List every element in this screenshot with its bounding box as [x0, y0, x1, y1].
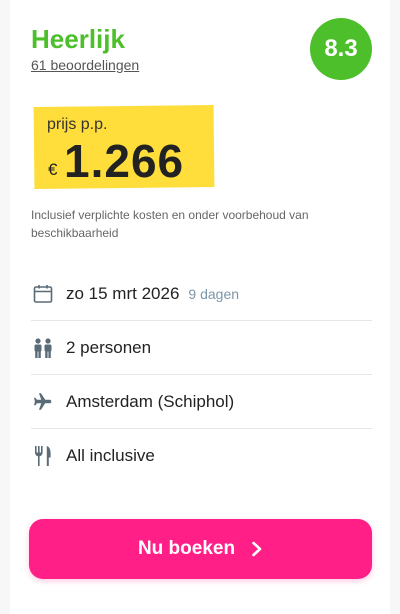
chevron-right-icon	[251, 541, 263, 557]
detail-row-persons: 2 personen	[31, 321, 372, 375]
rating-title: Heerlijk	[31, 24, 125, 54]
detail-row-board: All inclusive	[31, 429, 372, 483]
book-now-label: Nu boeken	[137, 538, 236, 559]
detail-row-date: zo 15 mrt 2026 9 dagen	[31, 267, 372, 321]
detail-date: zo 15 mrt 2026	[66, 283, 180, 303]
calendar-icon	[31, 282, 55, 306]
book-now-button[interactable]: Nu boeken	[29, 519, 372, 579]
detail-row-departure: Amsterdam (Schiphol)	[31, 375, 372, 429]
detail-board: All inclusive	[66, 446, 155, 465]
price-label: prijs p.p.	[47, 116, 108, 133]
price-disclaimer: Inclusief verplichte kosten en onder voo…	[31, 208, 309, 240]
fork-knife-icon	[31, 444, 55, 468]
detail-departure: Amsterdam (Schiphol)	[66, 391, 235, 411]
score-badge: 8.3	[310, 18, 372, 80]
detail-duration: 9 dagen	[188, 285, 240, 302]
price-amount: 1.266	[64, 135, 185, 187]
persons-icon	[31, 336, 55, 360]
detail-persons: 2 personen	[66, 337, 152, 357]
airplane-icon	[31, 390, 55, 414]
price-currency: €	[48, 160, 58, 179]
booking-card: Heerlijk 61 beoordelingen 8.3 prijs p.p.…	[10, 0, 390, 614]
reviews-link[interactable]: 61 beoordelingen	[31, 57, 139, 73]
